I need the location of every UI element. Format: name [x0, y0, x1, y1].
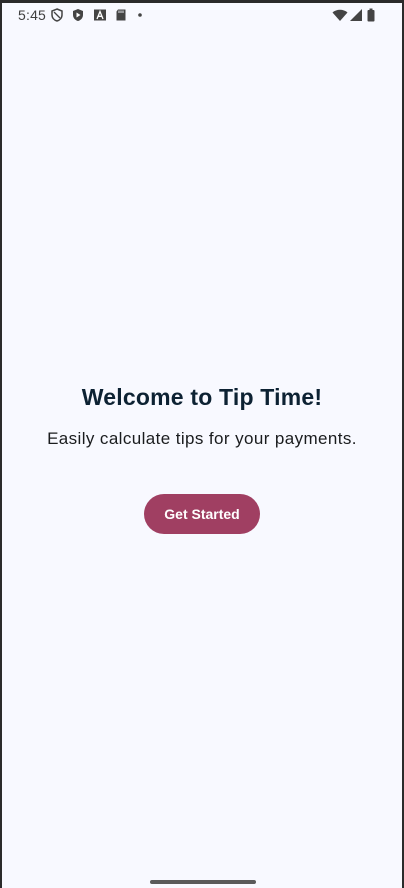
gesture-nav-handle[interactable] — [150, 880, 256, 884]
shield-play-icon — [71, 8, 85, 22]
wifi-icon — [332, 8, 348, 22]
shield-outline-icon — [50, 8, 64, 22]
status-bar: 5:45 — [2, 3, 402, 29]
get-started-button[interactable]: Get Started — [144, 494, 260, 534]
welcome-subtitle: Easily calculate tips for your payments. — [47, 429, 357, 448]
cell-signal-icon — [349, 8, 363, 22]
app-screen: 5:45 Welcome to Tip Time! Easily calcula… — [2, 3, 402, 888]
battery-icon — [366, 8, 376, 22]
font-a-icon — [93, 8, 107, 22]
status-time: 5:45 — [18, 7, 47, 23]
welcome-title: Welcome to Tip Time! — [81, 384, 323, 410]
dot-icon — [136, 8, 144, 22]
sd-card-icon — [114, 8, 128, 22]
